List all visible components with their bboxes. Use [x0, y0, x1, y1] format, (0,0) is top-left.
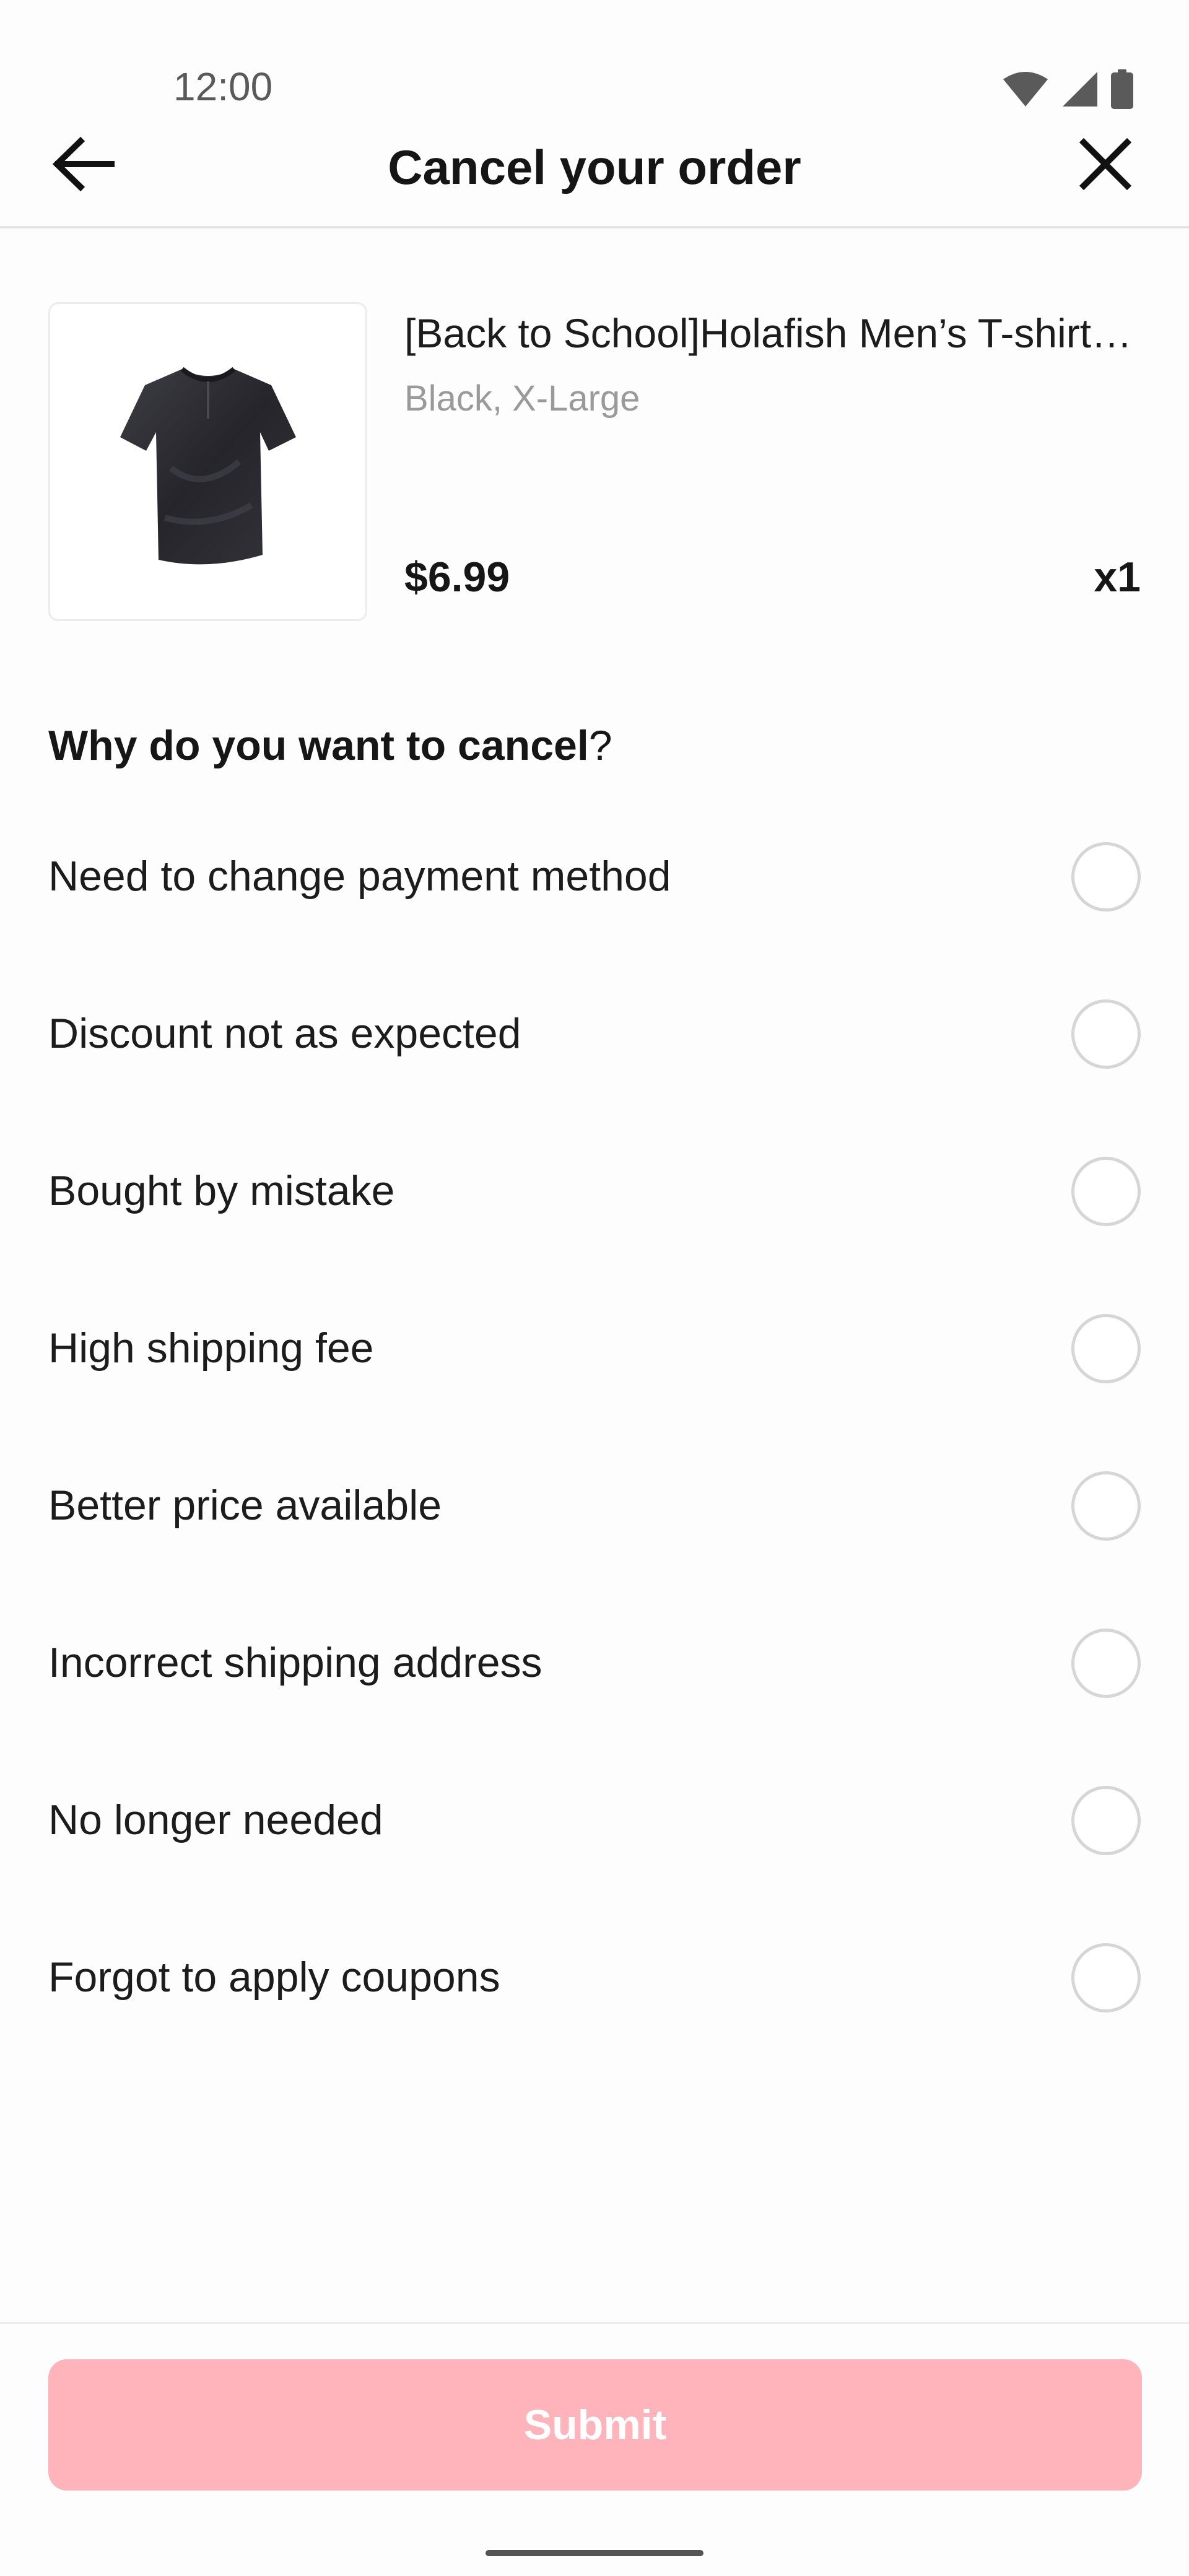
header: Cancel your order	[0, 111, 1189, 229]
footer-divider	[0, 2322, 1189, 2324]
reason-label: Bought by mistake	[48, 1167, 395, 1214]
question-mark: ?	[588, 722, 612, 769]
question-text: Why do you want to cancel	[48, 722, 589, 769]
reason-option[interactable]: High shipping fee	[0, 1277, 1189, 1434]
radio-button[interactable]	[1071, 1314, 1141, 1383]
reason-option[interactable]: Discount not as expected	[0, 962, 1189, 1120]
wifi-icon	[1003, 72, 1048, 107]
header-divider	[0, 226, 1189, 228]
tshirt-image	[120, 367, 296, 564]
status-time: 12:00	[173, 64, 273, 109]
reason-option[interactable]: Need to change payment method	[0, 805, 1189, 962]
reason-label: Incorrect shipping address	[48, 1639, 542, 1686]
cancel-order-screen: 12:00 Cancel your order [Back to School]…	[0, 0, 1189, 2576]
gesture-nav-handle[interactable]	[486, 2550, 703, 2556]
submit-button[interactable]: Submit	[48, 2359, 1142, 2491]
product-name: [Back to School]Holafish Men’s T-shirt S…	[404, 310, 1141, 356]
reason-label: Better price available	[48, 1482, 442, 1529]
radio-button[interactable]	[1071, 1471, 1141, 1541]
radio-button[interactable]	[1071, 1157, 1141, 1226]
product-card: [Back to School]Holafish Men’s T-shirt S…	[48, 302, 1141, 621]
status-icons	[1002, 69, 1133, 109]
reason-label: High shipping fee	[48, 1325, 374, 1372]
radio-button[interactable]	[1071, 1943, 1141, 2012]
close-button[interactable]	[1065, 124, 1146, 204]
product-quantity: x1	[1094, 554, 1141, 601]
battery-icon	[1111, 69, 1133, 109]
reason-option[interactable]: No longer needed	[0, 1749, 1189, 1906]
reason-label: Need to change payment method	[48, 853, 671, 900]
reason-label: Discount not as expected	[48, 1010, 521, 1057]
radio-button[interactable]	[1071, 1786, 1141, 1855]
radio-button[interactable]	[1071, 999, 1141, 1069]
page-title: Cancel your order	[388, 140, 801, 194]
reason-label: Forgot to apply coupons	[48, 1954, 500, 2001]
signal-icon	[1063, 72, 1097, 107]
reason-option[interactable]: Better price available	[0, 1434, 1189, 1591]
close-icon	[1079, 137, 1132, 191]
reason-option[interactable]: Forgot to apply coupons	[0, 1906, 1189, 2063]
product-price: $6.99	[404, 554, 510, 601]
product-variant: Black, X-Large	[404, 378, 640, 419]
radio-button[interactable]	[1071, 1629, 1141, 1698]
reason-label: No longer needed	[48, 1796, 383, 1843]
status-bar: 12:00	[0, 0, 1189, 118]
radio-button[interactable]	[1071, 842, 1141, 912]
product-image	[48, 302, 367, 621]
reason-list: Need to change payment method Discount n…	[0, 805, 1189, 2063]
reason-option[interactable]: Bought by mistake	[0, 1120, 1189, 1277]
reason-option[interactable]: Incorrect shipping address	[0, 1591, 1189, 1749]
cancel-reason-question: Why do you want to cancel?	[48, 718, 612, 773]
